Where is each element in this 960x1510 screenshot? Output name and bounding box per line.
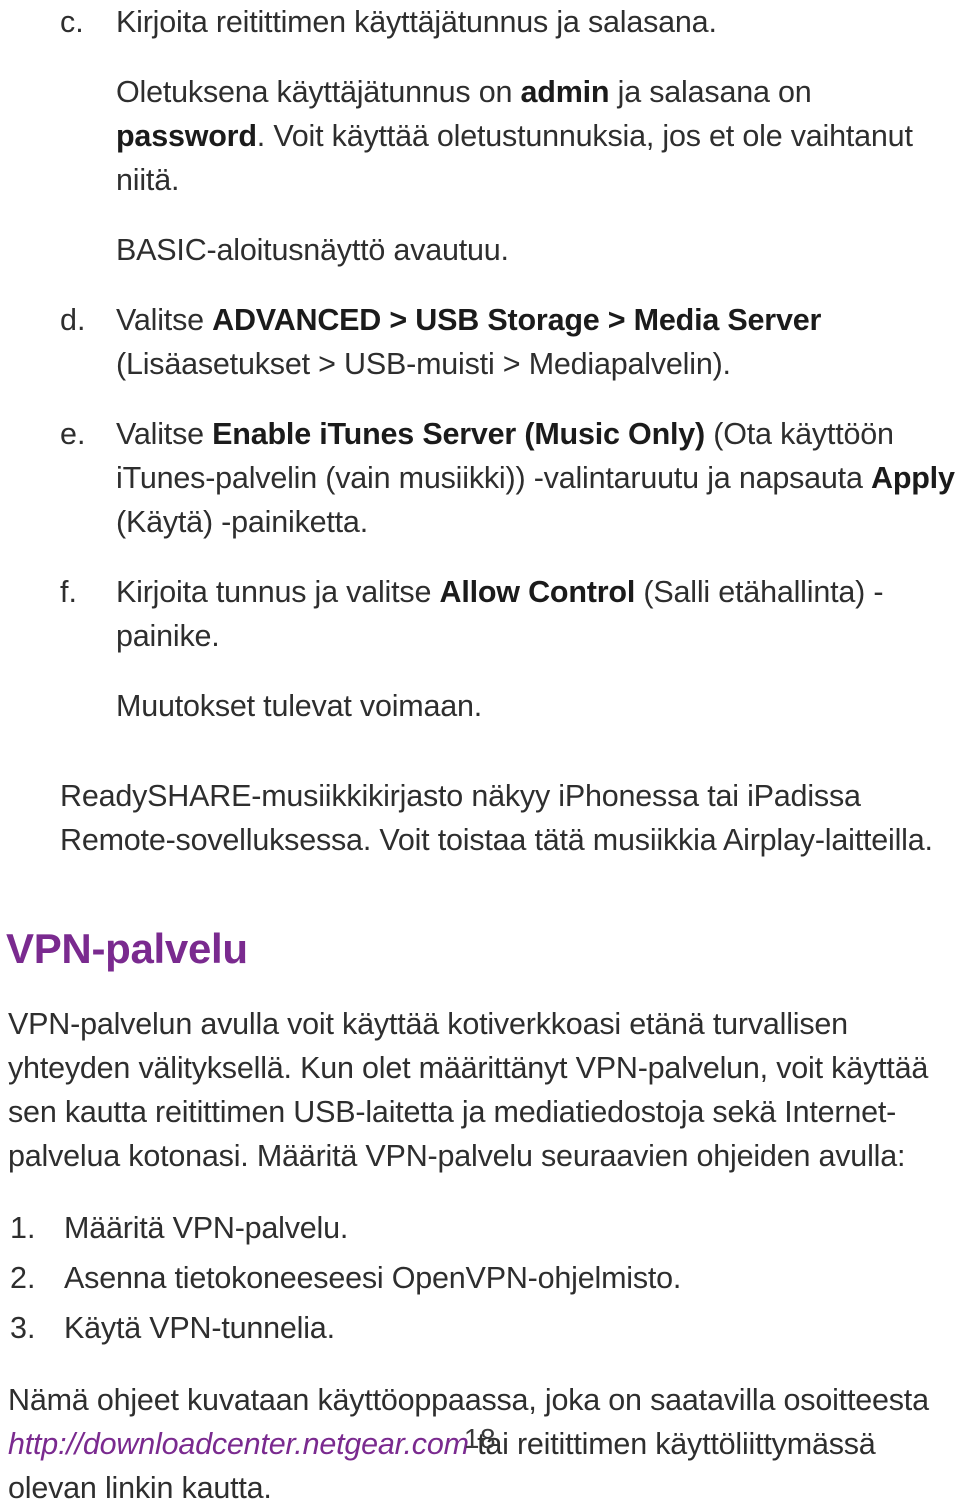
vpn-step-text: Määritä VPN-palvelu. <box>64 1211 349 1245</box>
lettered-step-marker: d. <box>60 303 86 337</box>
bold-run: Apply <box>871 461 955 495</box>
bold-run: password <box>116 119 257 153</box>
bold-run: admin <box>520 75 610 109</box>
lettered-step-body: Kirjoita reitittimen käyttäjätunnus ja s… <box>116 0 956 272</box>
vpn-step-item: 2. Asenna tietokoneeseesi OpenVPN-ohjelmi… <box>4 1256 956 1300</box>
vpn-step-list: 1. Määritä VPN-palvelu. 2. Asenna tietokone… <box>4 1206 956 1350</box>
step-paragraph: BASIC-aloitusnäyttö avautuu. <box>116 233 509 267</box>
step-paragraph: Muutokset tulevat voimaan. <box>116 689 483 723</box>
vpn-step-text: Käytä VPN-tunnelia. <box>64 1311 335 1345</box>
vpn-intro-paragraph: VPN-palvelun avulla voit käyttää kotiver… <box>8 1007 929 1173</box>
vpn-step-item: 1. Määritä VPN-palvelu. <box>4 1206 956 1250</box>
lettered-step-item: c. Kirjoita reitittimen käyttäjätunnus ja… <box>4 0 956 272</box>
page-number: 18 <box>463 1423 497 1454</box>
readyshare-note: ReadySHARE-musiikkikirjasto näkyy iPhone… <box>60 779 933 857</box>
lettered-step-body: Kirjoita tunnus ja valitse Allow Control… <box>116 570 956 728</box>
lettered-step-marker: c. <box>60 5 84 39</box>
step-paragraph: Oletuksena käyttäjätunnus on admin ja sa… <box>116 75 913 197</box>
lettered-step-item: f. Kirjoita tunnus ja valitse Allow Contr… <box>4 570 956 728</box>
lettered-step-item: e. Valitse Enable iTunes Server (Music On… <box>4 412 956 544</box>
bold-run: ADVANCED > USB Storage > Media Server <box>212 303 822 337</box>
vpn-step-item: 3. Käytä VPN-tunnelia. <box>4 1306 956 1350</box>
lettered-step-body: Valitse ADVANCED > USB Storage > Media S… <box>116 298 956 386</box>
document-page: c. Kirjoita reitittimen käyttäjätunnus ja… <box>0 0 960 1505</box>
step-paragraph: Valitse ADVANCED > USB Storage > Media S… <box>116 303 822 381</box>
section-heading-vpn: VPN-palvelu <box>6 925 248 972</box>
step-paragraph: Kirjoita reitittimen käyttäjätunnus ja s… <box>116 5 717 39</box>
bold-run: Enable iTunes Server (Music Only) <box>212 417 705 451</box>
lettered-step-marker: f. <box>60 575 77 609</box>
lettered-step-body: Valitse Enable iTunes Server (Music Only… <box>116 412 956 544</box>
step-paragraph: Valitse Enable iTunes Server (Music Only… <box>116 417 955 539</box>
vpn-step-marker: 2. <box>10 1261 36 1295</box>
vpn-step-marker: 1. <box>10 1211 36 1245</box>
vpn-step-marker: 3. <box>10 1311 36 1345</box>
bold-run: Allow Control <box>439 575 636 609</box>
lettered-step-item: d. Valitse ADVANCED > USB Storage > Media… <box>4 298 956 386</box>
vpn-step-text: Asenna tietokoneeseesi OpenVPN-ohjelmist… <box>64 1261 682 1295</box>
lettered-step-list: c. Kirjoita reitittimen käyttäjätunnus ja… <box>4 0 956 728</box>
step-paragraph: Kirjoita tunnus ja valitse Allow Control… <box>116 575 884 653</box>
lettered-step-marker: e. <box>60 417 86 451</box>
